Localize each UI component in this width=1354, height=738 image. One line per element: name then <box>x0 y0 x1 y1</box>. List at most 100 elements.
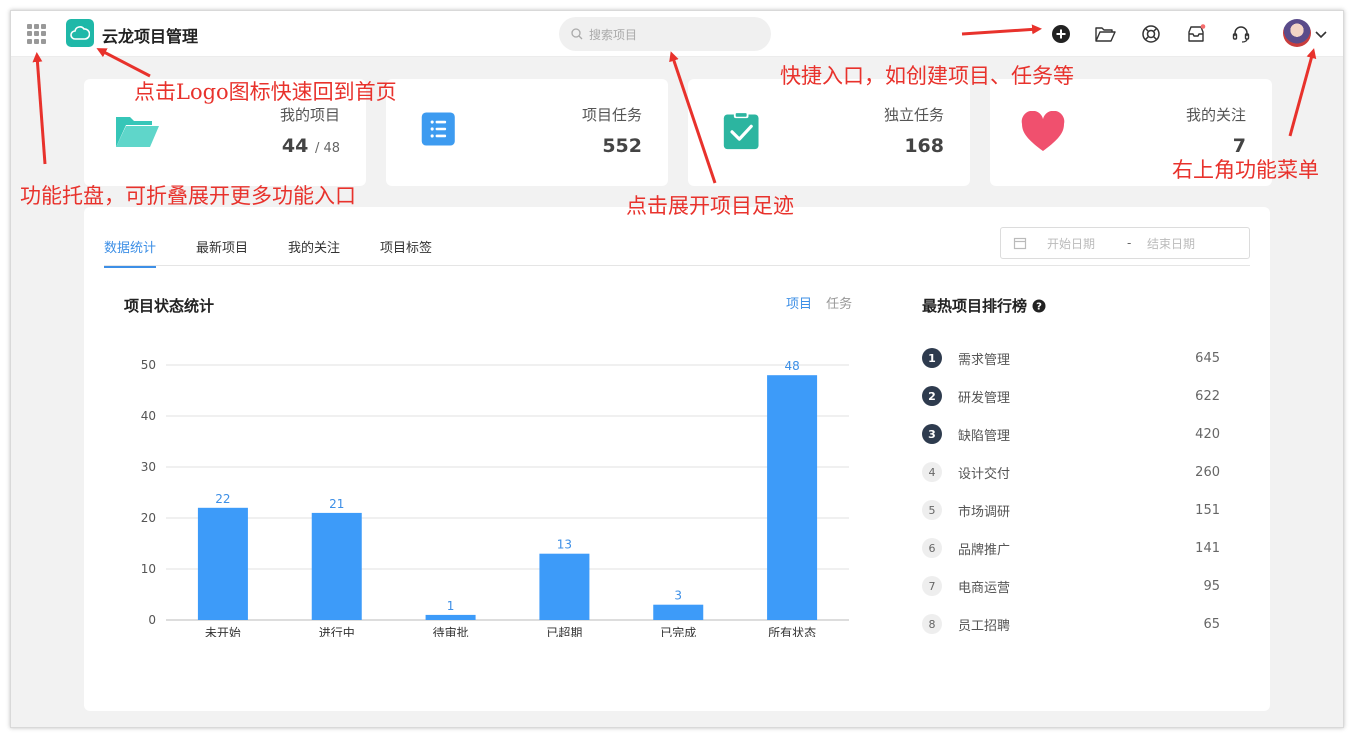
chart-title: 项目状态统计 <box>124 297 215 315</box>
bar <box>653 604 704 620</box>
x-tick-label: 已超期 <box>546 625 582 637</box>
folder-icon <box>116 117 159 147</box>
rank-project-name[interactable]: 品牌推广 <box>958 539 1195 558</box>
ranking-item[interactable]: 3 缺陷管理 420 <box>922 415 1220 453</box>
x-tick-label: 未开始 <box>205 626 241 637</box>
bar-value-label: 1 <box>447 599 455 613</box>
search-bar[interactable]: 搜索项目 <box>559 17 771 51</box>
heart-icon <box>1021 111 1065 151</box>
ranking-item[interactable]: 5 市场调研 151 <box>922 491 1220 529</box>
date-range-picker[interactable]: 开始日期 - 结束日期 <box>1000 227 1250 259</box>
headset-icon[interactable] <box>1229 22 1253 46</box>
tab-bar: 数据统计 最新项目 我的关注 项目标签 <box>104 237 472 268</box>
y-tick-label: 40 <box>141 409 156 423</box>
rank-project-name[interactable]: 缺陷管理 <box>958 425 1195 444</box>
app-title[interactable]: 云龙项目管理 <box>102 23 198 47</box>
x-tick-label: 已完成 <box>660 625 696 637</box>
stat-value: 168 <box>904 135 944 157</box>
bar <box>197 507 248 620</box>
stat-card-independent-tasks[interactable]: 独立任务 168 <box>688 79 970 186</box>
date-separator: - <box>1127 236 1132 250</box>
toggle-projects[interactable]: 项目 <box>786 297 812 312</box>
help-icon[interactable]: ? <box>1032 299 1046 313</box>
annotation-shortcut-tip: 快捷入口，如创建项目、任务等 <box>780 64 1074 88</box>
chart-toggle: 项目 任务 <box>786 293 852 312</box>
annotation-logo-tip: 点击Logo图标快速回到首页 <box>134 80 397 104</box>
inbox-icon[interactable] <box>1184 22 1208 46</box>
chevron-down-icon[interactable] <box>1313 22 1329 46</box>
calendar-icon <box>1013 237 1027 250</box>
tab-project-tags[interactable]: 项目标签 <box>380 237 432 268</box>
rank-project-name[interactable]: 员工招聘 <box>958 615 1203 634</box>
tab-divider <box>104 265 1250 266</box>
user-avatar[interactable] <box>1283 19 1311 47</box>
rank-project-name[interactable]: 需求管理 <box>958 349 1195 368</box>
x-tick-label: 待审批 <box>433 625 469 637</box>
stat-label: 独立任务 <box>883 106 944 124</box>
rank-count: 141 <box>1195 540 1220 556</box>
x-tick-label: 进行中 <box>319 625 355 637</box>
bar-value-label: 22 <box>215 492 230 506</box>
y-tick-label: 0 <box>148 613 156 627</box>
stat-value: 44 / 48 <box>281 135 340 157</box>
toggle-tasks[interactable]: 任务 <box>826 297 852 312</box>
annotation-search-tip: 点击展开项目足迹 <box>626 194 794 218</box>
rank-number: 2 <box>922 386 942 406</box>
ranking-item[interactable]: 4 设计交付 260 <box>922 453 1220 491</box>
rank-project-name[interactable]: 研发管理 <box>958 387 1195 406</box>
y-tick-label: 50 <box>141 358 156 372</box>
y-tick-label: 10 <box>141 562 156 576</box>
ranking-item[interactable]: 2 研发管理 622 <box>922 377 1220 415</box>
ranking-title: 最热项目排行榜 ? <box>922 295 1046 316</box>
rank-project-name[interactable]: 市场调研 <box>958 501 1195 520</box>
y-tick-label: 20 <box>141 511 156 525</box>
lifebuoy-icon[interactable] <box>1139 22 1163 46</box>
end-date-input[interactable]: 结束日期 <box>1147 235 1195 252</box>
search-placeholder: 搜索项目 <box>589 27 638 42</box>
rank-number: 1 <box>922 348 942 368</box>
tab-latest-projects[interactable]: 最新项目 <box>196 237 248 268</box>
rank-number: 7 <box>922 576 942 596</box>
bar <box>425 614 476 620</box>
clipboard-check-icon <box>723 111 759 150</box>
rank-project-name[interactable]: 设计交付 <box>958 463 1195 482</box>
ranking-item[interactable]: 8 员工招聘 65 <box>922 605 1220 643</box>
folder-open-icon[interactable] <box>1093 22 1117 46</box>
notification-dot <box>1200 24 1206 29</box>
bar-value-label: 13 <box>557 538 572 552</box>
add-circle-icon[interactable] <box>1049 22 1073 46</box>
rank-number: 8 <box>922 614 942 634</box>
rank-count: 65 <box>1203 616 1220 632</box>
bar-value-label: 3 <box>674 589 682 603</box>
rank-number: 3 <box>922 424 942 444</box>
search-icon <box>571 28 583 40</box>
bar <box>311 512 362 620</box>
stat-total: / 48 <box>314 141 340 156</box>
rank-number: 6 <box>922 538 942 558</box>
rank-count: 95 <box>1203 578 1220 594</box>
top-bar: 云龙项目管理 搜索项目 <box>11 11 1343 57</box>
project-status-bar-chart: 0 10 20 30 40 50 22 未开始 21 进行中 1 待审批 13 已超期 3 已完成 48 所有状态 <box>141 358 849 637</box>
rank-count: 645 <box>1195 350 1220 366</box>
stat-card-project-tasks[interactable]: 项目任务 552 <box>386 79 668 186</box>
tab-data-stats[interactable]: 数据统计 <box>104 237 157 268</box>
rank-project-name[interactable]: 电商运营 <box>958 577 1203 596</box>
stat-label: 项目任务 <box>581 106 642 124</box>
apps-grid-icon[interactable] <box>27 24 47 44</box>
stat-label: 我的项目 <box>279 106 340 124</box>
rank-count: 622 <box>1195 388 1220 404</box>
annotation-tray-tip: 功能托盘，可折叠展开更多功能入口 <box>20 184 356 208</box>
logo-cloud-icon[interactable] <box>66 19 94 47</box>
dashboard-panel: 数据统计 最新项目 我的关注 项目标签 开始日期 - 结束日期 项目状态统计 项… <box>84 207 1270 711</box>
rank-number: 5 <box>922 500 942 520</box>
start-date-input[interactable]: 开始日期 <box>1047 235 1127 252</box>
ranking-item[interactable]: 6 品牌推广 141 <box>922 529 1220 567</box>
rank-number: 4 <box>922 462 942 482</box>
x-tick-label: 所有状态 <box>768 626 816 637</box>
tab-my-follows[interactable]: 我的关注 <box>288 237 340 268</box>
ranking-list: 1 需求管理 645 2 研发管理 622 3 缺陷管理 420 4 设计交付 260 5 市场调研 151… <box>922 339 1220 643</box>
ranking-item[interactable]: 7 电商运营 95 <box>922 567 1220 605</box>
ranking-item[interactable]: 1 需求管理 645 <box>922 339 1220 377</box>
y-tick-label: 30 <box>141 460 156 474</box>
bar-value-label: 48 <box>784 359 799 373</box>
